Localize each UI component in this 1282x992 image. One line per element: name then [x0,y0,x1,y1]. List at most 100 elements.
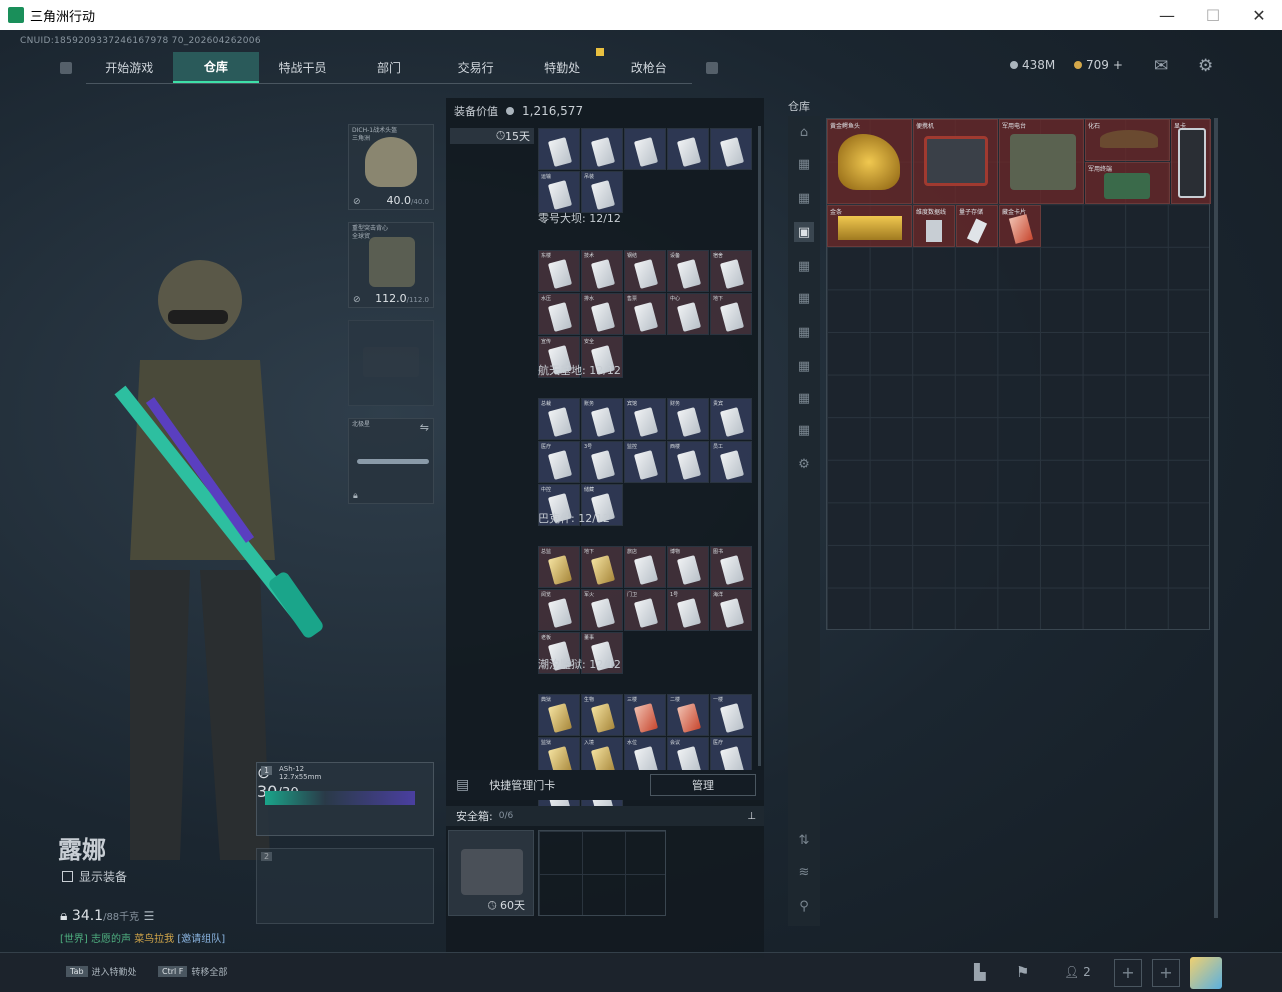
keycard-item[interactable]: 中心 [667,293,709,335]
close-button[interactable]: ✕ [1236,0,1282,30]
storage-tab-2-icon[interactable]: ▦ [794,188,814,208]
primary-weapon-slot[interactable]: 1 ASh-1212.7x55mm ⊘ 30/30 [256,762,434,836]
storage-tab-9-icon[interactable]: ▦ [794,420,814,440]
keycard-item[interactable] [624,128,666,170]
storage-grid[interactable]: 黄金鳄鱼头 便携机 军用电台 化石 军用终端 显卡 金条 维度数据线 量子存储 … [826,118,1211,630]
keycard-item[interactable]: 典狱 [538,694,580,736]
tab-market[interactable]: 交易行 [432,52,519,83]
storage-tab-5-icon[interactable]: ▦ [794,288,814,308]
tab-warehouse[interactable]: 仓库 [172,52,260,83]
storage-item-radio[interactable]: 军用电台 [999,119,1084,204]
keycard-item[interactable]: 海洋 [710,589,752,631]
mail-icon[interactable]: ✉ [1154,56,1168,76]
coupon-display[interactable]: 709 + [1074,58,1123,72]
keycard-item[interactable]: 总裁 [538,398,580,440]
keycard-item[interactable]: 钢结 [624,250,666,292]
storage-item-terminal[interactable]: 军用终端 [1085,162,1170,204]
keycard-item[interactable]: 3号 [581,441,623,483]
storage-item-cable[interactable]: 维度数据线 [913,205,955,247]
swap-icon[interactable]: ⇋ [420,421,429,434]
helmet-slot[interactable]: DICH-1战术头盔 三角洲 ⊘ 40.0/40.0 [348,124,434,210]
keycard-item[interactable]: 东楼 [538,250,580,292]
player-avatar[interactable] [1190,957,1222,989]
storage-settings-icon[interactable]: ⚙ [794,454,814,474]
settings-gear-icon[interactable]: ⚙ [1198,56,1213,76]
party-count[interactable]: 👤︎ 2 [1064,965,1091,979]
keycard-item[interactable] [710,128,752,170]
ctrl-f-hotkey-hint[interactable]: Ctrl F 转移全部 [158,965,227,978]
secondary-weapon-slot-empty[interactable]: 2 [256,848,434,924]
keycard-item[interactable]: 宾馆 [624,398,666,440]
safebox-slot[interactable]: 🕓︎ 60天 [448,830,534,916]
safebox-grid[interactable] [538,830,666,916]
tab-start-game[interactable]: 开始游戏 [86,52,173,83]
keycard-item[interactable]: 一楼 [710,694,752,736]
show-equipment-toggle[interactable]: 显示装备 [62,868,127,885]
minimize-button[interactable]: — [1144,0,1190,30]
keycard-item[interactable]: 排水 [581,293,623,335]
coupon-add-button[interactable]: + [1113,58,1123,72]
list-icon[interactable]: ☰ [144,909,155,923]
keycard-item[interactable]: 监控 [624,441,666,483]
keycard-item[interactable]: 地下 [710,293,752,335]
keycard-item[interactable]: 运输 [538,171,580,213]
keycard-item[interactable] [538,128,580,170]
flag-icon[interactable]: ⚑ [1016,963,1029,981]
keycard-item[interactable]: 医疗 [538,441,580,483]
storage-tab-all-icon[interactable]: ⌂ [794,122,814,142]
keycard-item[interactable]: 三楼 [624,694,666,736]
keycard-item[interactable]: 技术 [581,250,623,292]
storage-tab-active-icon[interactable]: ▣ [794,222,814,242]
keycard-item[interactable]: 1号 [667,589,709,631]
storage-sort-icon[interactable]: ⇅ [794,830,814,850]
manage-button[interactable]: 管理 [650,774,756,796]
keycard-item[interactable]: 财务 [667,398,709,440]
keycard-item[interactable]: 设备 [667,250,709,292]
invite-slot-1-button[interactable]: + [1114,959,1142,987]
melee-slot[interactable]: 北极星 ⇋ 🔒︎ [348,418,434,504]
storage-item-gpu[interactable]: 显卡 [1171,119,1211,204]
keycard-item[interactable]: 总监 [538,546,580,588]
storage-item-quantum[interactable]: 量子存储 [956,205,998,247]
pistol-slot-empty[interactable] [348,320,434,406]
tab-hotkey-hint[interactable]: Tab 进入特勤处 [66,965,137,978]
keycard-item[interactable]: 吊装 [581,171,623,213]
storage-tab-4-icon[interactable]: ▦ [794,256,814,276]
storage-item-fossil[interactable]: 化石 [1085,119,1170,161]
tab-operators[interactable]: 特战干员 [259,52,346,83]
keycard-item[interactable]: 贵宾 [710,398,752,440]
storage-filter-icon[interactable]: ⚲ [794,896,814,916]
keycard-item[interactable]: 售票 [624,293,666,335]
invite-slot-2-button[interactable]: + [1152,959,1180,987]
storage-tab-7-icon[interactable]: ▦ [794,356,814,376]
chat-line[interactable]: [世界] 志愿的声 菜鸟拉我 [邀请组队] [60,930,225,945]
storage-item-gold-croc[interactable]: 黄金鳄鱼头 [827,119,912,204]
storage-tab-6-icon[interactable]: ▦ [794,322,814,342]
keycard-item[interactable]: 员工 [710,441,752,483]
storage-scrollbar[interactable] [1214,118,1218,918]
stats-icon[interactable]: ▙ [974,963,986,981]
keycard-item[interactable] [581,128,623,170]
storage-item-card[interactable]: 藏金卡片 [999,205,1041,247]
keycard-item[interactable]: 阅览 [538,589,580,631]
keycard-item[interactable]: 宿舍 [710,250,752,292]
tab-department[interactable]: 部门 [346,52,433,83]
storage-layers-icon[interactable]: ≋ [794,862,814,882]
hafcoin-display[interactable]: 438M [1010,58,1055,72]
keycard-item[interactable] [667,128,709,170]
keycard-item[interactable]: 军火 [581,589,623,631]
storage-item-laptop[interactable]: 便携机 [913,119,998,204]
keycard-item[interactable]: 门卫 [624,589,666,631]
armor-slot[interactable]: 重型突击背心 全球贸 ⊘ 112.0/112.0 [348,222,434,308]
keycard-item[interactable]: 西楼 [667,441,709,483]
storage-item-gold-bar[interactable]: 金条 [827,205,912,247]
keycard-item[interactable]: 水压 [538,293,580,335]
storage-tab-1-icon[interactable]: ▦ [794,154,814,174]
tab-special-ops[interactable]: 特勤处 [519,52,606,83]
keycard-item[interactable]: 图书 [710,546,752,588]
keycard-item[interactable]: 账务 [581,398,623,440]
keycard-scrollbar[interactable] [758,126,761,766]
keycard-item[interactable]: 二楼 [667,694,709,736]
storage-tab-8-icon[interactable]: ▦ [794,388,814,408]
keycard-item[interactable]: 地下 [581,546,623,588]
